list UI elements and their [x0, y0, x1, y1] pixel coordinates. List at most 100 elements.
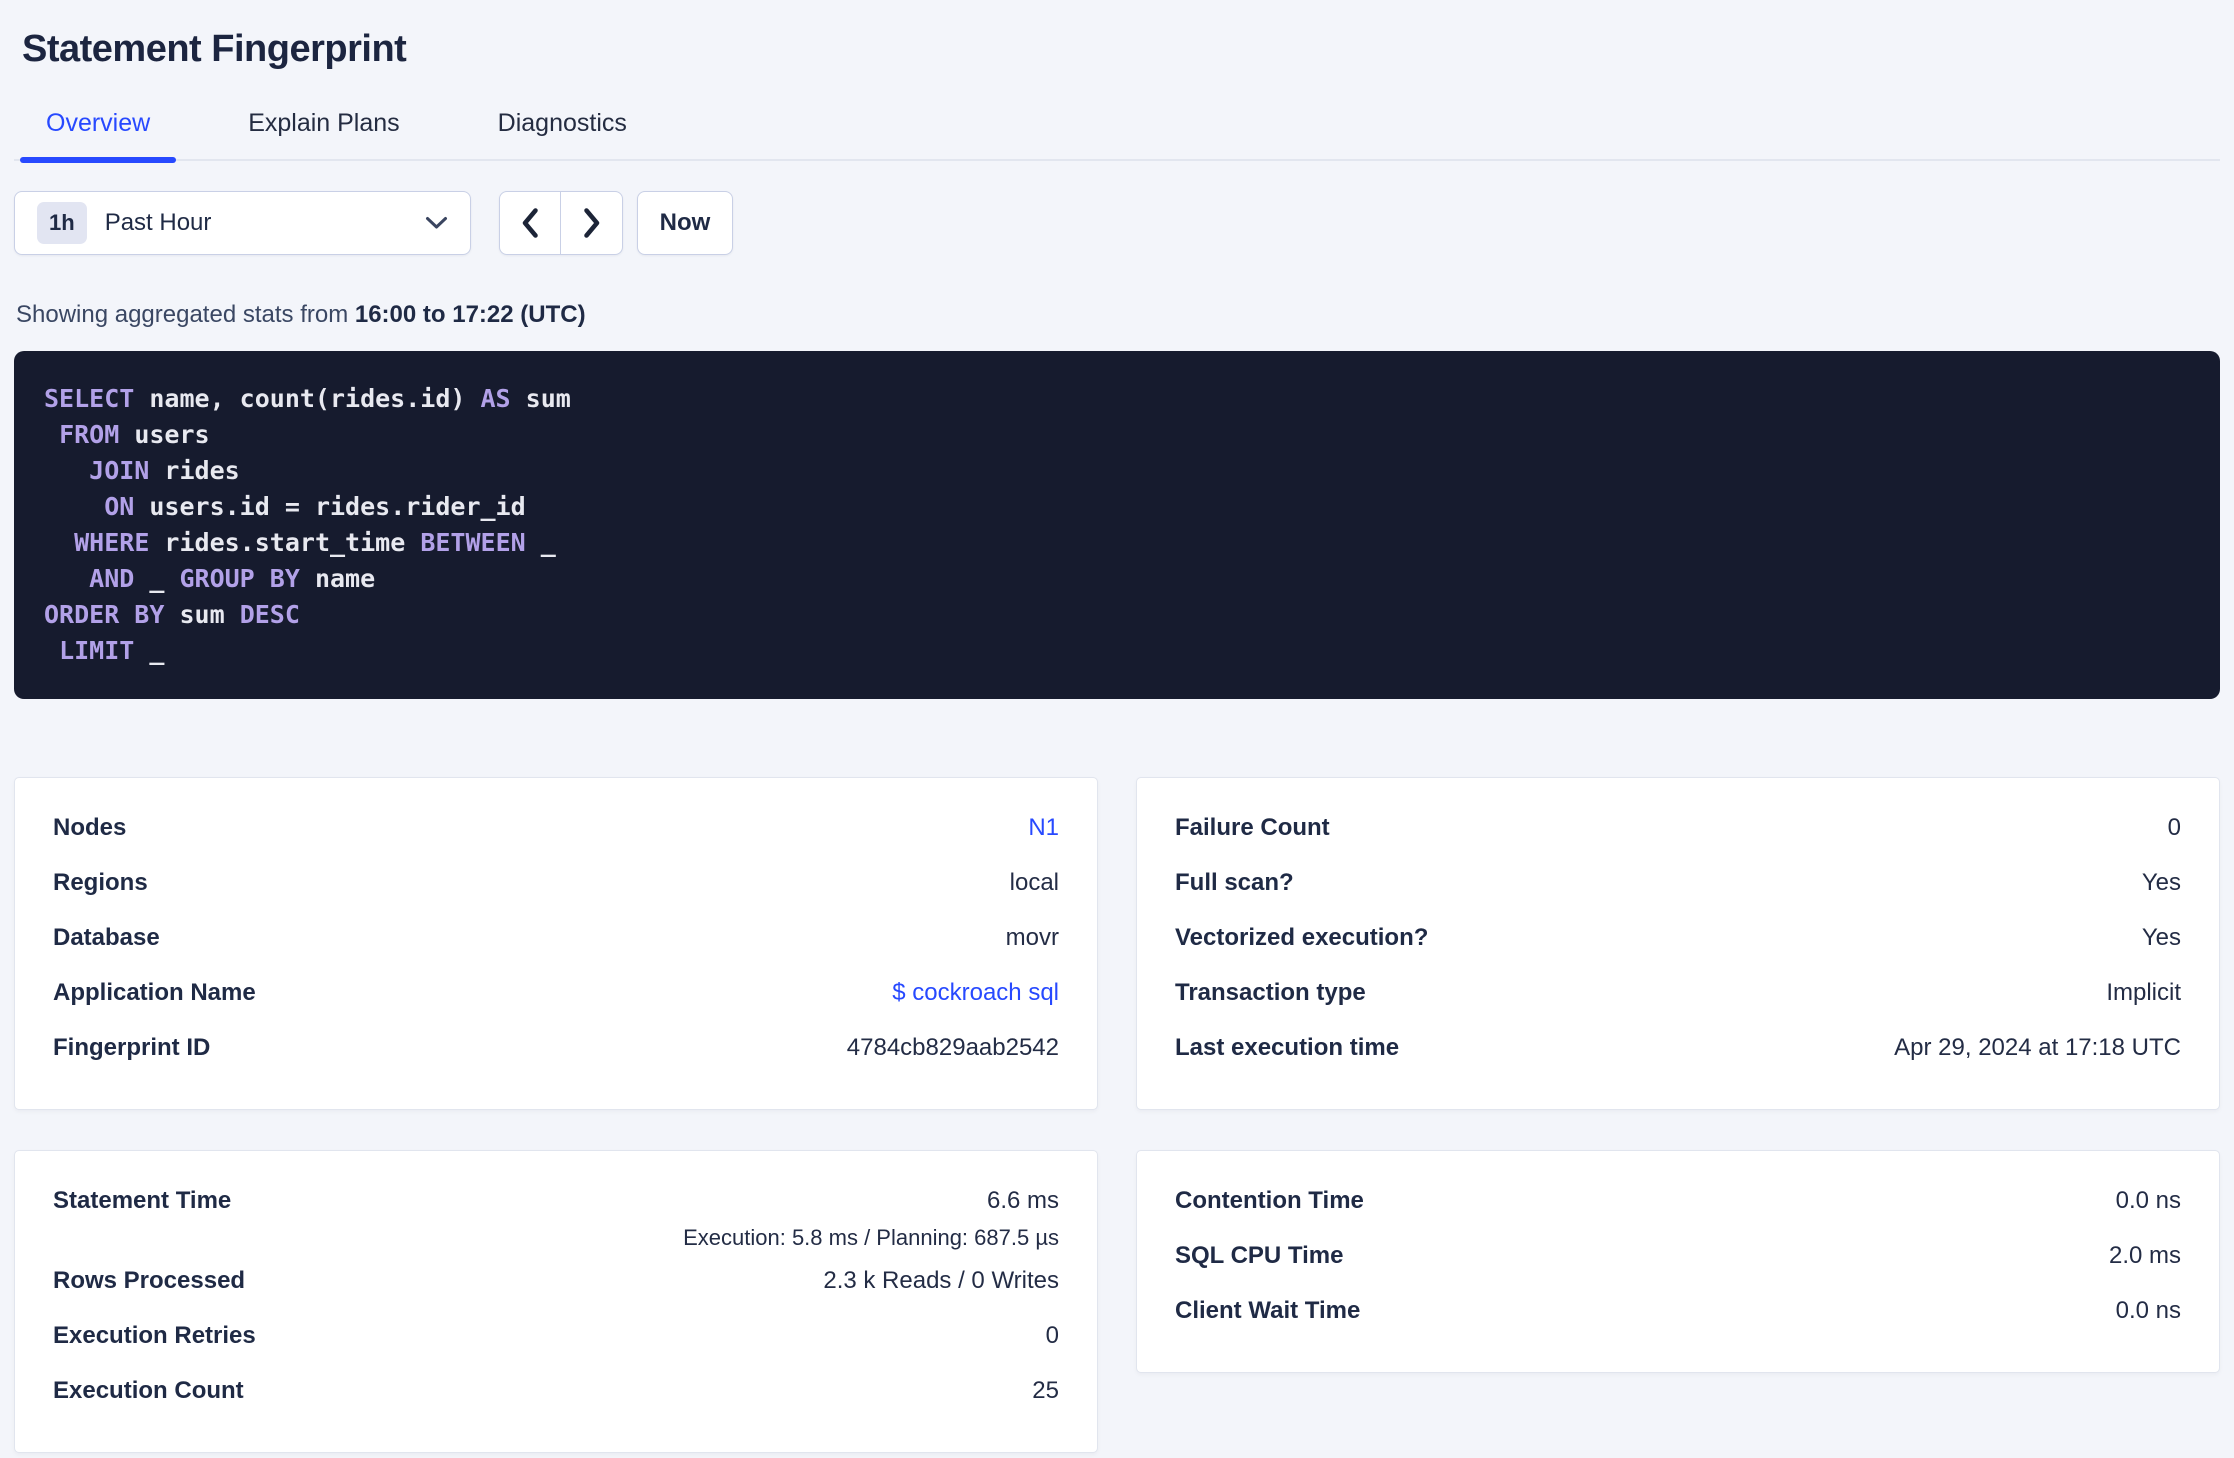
sql-text: sum	[510, 384, 571, 413]
summary-row: Database movr	[53, 924, 1059, 979]
tab-explain-plans-label: Explain Plans	[248, 109, 400, 137]
summary-row: Failure Count 0	[1175, 814, 2181, 869]
row-value: 0	[1045, 1322, 1059, 1349]
row-value: Apr 29, 2024 at 17:18 UTC	[1894, 1034, 2181, 1061]
row-label: Client Wait Time	[1175, 1297, 1361, 1324]
row-value: 0.0 ns	[2115, 1187, 2181, 1214]
row-label: Execution Retries	[53, 1322, 256, 1349]
sql-keyword: GROUP BY	[179, 564, 300, 593]
row-label: Statement Time	[53, 1187, 232, 1214]
summary-row: Regions local	[53, 869, 1059, 924]
tab-diagnostics[interactable]: Diagnostics	[472, 109, 653, 159]
sql-keyword: ON	[104, 492, 135, 521]
row-value-wrap: Yes	[2142, 869, 2181, 897]
summary-row: Contention Time 0.0 ns	[1175, 1187, 2181, 1242]
sql-line: ORDER BY sum DESC	[44, 597, 2190, 633]
sql-text: rides	[149, 456, 240, 485]
summary-row: Application Name $ cockroach sql	[53, 979, 1059, 1034]
sql-keyword: BETWEEN	[420, 528, 526, 557]
row-label: Execution Count	[53, 1377, 244, 1404]
now-button[interactable]: Now	[637, 191, 733, 255]
chevron-right-icon	[583, 208, 599, 238]
row-label: SQL CPU Time	[1175, 1242, 1344, 1269]
sql-text: _	[134, 636, 165, 665]
row-label: Regions	[53, 869, 148, 896]
sql-line: SELECT name, count(rides.id) AS sum	[44, 381, 2190, 417]
row-label: Full scan?	[1175, 869, 1294, 896]
sql-text: _	[525, 528, 556, 557]
row-value-wrap: 4784cb829aab2542	[847, 1034, 1059, 1062]
next-time-button[interactable]	[561, 192, 622, 254]
sql-keyword: SELECT	[44, 384, 135, 413]
row-label: Rows Processed	[53, 1267, 246, 1294]
sql-text: rides.start_time	[149, 528, 421, 557]
row-value: 0.0 ns	[2115, 1297, 2181, 1324]
sql-text: sum	[164, 600, 240, 629]
summary-row: Fingerprint ID 4784cb829aab2542	[53, 1034, 1059, 1089]
time-range-label: Past Hour	[104, 209, 212, 236]
sql-line: ON users.id = rides.rider_id	[44, 489, 2190, 525]
row-value-wrap: local	[1010, 869, 1059, 897]
now-button-label: Now	[659, 209, 711, 236]
summary-row: SQL CPU Time 2.0 ms	[1175, 1242, 2181, 1297]
row-label: Nodes	[53, 814, 127, 841]
row-value: local	[1009, 869, 1059, 896]
sql-keyword: DESC	[239, 600, 300, 629]
row-label: Contention Time	[1175, 1187, 1364, 1214]
row-label: Failure Count	[1175, 814, 1330, 841]
sql-text: name	[299, 564, 376, 593]
row-value: movr	[1005, 924, 1059, 951]
sql-line: LIMIT _	[44, 633, 2190, 669]
sql-text: name, count(rides.id)	[134, 384, 481, 413]
prev-time-button[interactable]	[500, 192, 561, 254]
row-value-link[interactable]: $ cockroach sql	[892, 979, 1059, 1006]
sql-line: AND _ GROUP BY name	[44, 561, 2190, 597]
row-value: 25	[1032, 1377, 1059, 1404]
summary-row: Transaction type Implicit	[1175, 979, 2181, 1034]
row-label: Last execution time	[1175, 1034, 1400, 1061]
row-value: 2.3 k Reads / 0 Writes	[823, 1267, 1059, 1294]
tab-explain-plans[interactable]: Explain Plans	[222, 109, 425, 159]
sql-line: WHERE rides.start_time BETWEEN _	[44, 525, 2190, 561]
row-value-wrap: Apr 29, 2024 at 17:18 UTC	[1894, 1034, 2181, 1062]
time-range-badge: 1h	[37, 202, 87, 244]
summary-row: Client Wait Time 0.0 ns	[1175, 1297, 2181, 1352]
tab-overview-label: Overview	[46, 109, 151, 137]
tab-overview[interactable]: Overview	[20, 109, 177, 163]
sql-text: users	[119, 420, 210, 449]
row-value-wrap: 0	[2168, 814, 2181, 842]
row-value-wrap: 0.0 ns	[2116, 1187, 2181, 1215]
sql-keyword: LIMIT	[59, 636, 135, 665]
row-value-wrap: 6.6 ms Execution: 5.8 ms / Planning: 687.…	[683, 1187, 1059, 1251]
row-value: Implicit	[2106, 979, 2181, 1006]
row-value: 0	[2167, 814, 2181, 841]
sql-keyword: AS	[480, 384, 511, 413]
time-range-picker[interactable]: 1h Past Hour	[14, 191, 471, 255]
row-value: 6.6 ms	[986, 1187, 1059, 1214]
card-statement-times: Statement Time 6.6 ms Execution: 5.8 ms / …	[14, 1150, 1098, 1453]
summary-row: Nodes N1	[53, 814, 1059, 869]
row-label: Vectorized execution?	[1175, 924, 1429, 951]
row-value-link[interactable]: N1	[1028, 814, 1059, 841]
chevron-down-icon	[426, 217, 447, 229]
summary-row: Execution Count 25	[53, 1377, 1059, 1432]
row-label: Database	[53, 924, 160, 951]
summary-row: Full scan? Yes	[1175, 869, 2181, 924]
page-title: Statement Fingerprint	[22, 28, 407, 70]
card-statement-details: Nodes N1 Regions local Database movr Applicati…	[14, 777, 1098, 1110]
row-value-wrap: $ cockroach sql	[892, 979, 1059, 1007]
row-value: Yes	[2141, 924, 2181, 951]
summary-row: Rows Processed 2.3 k Reads / 0 Writes	[53, 1267, 1059, 1322]
row-value-wrap: movr	[1006, 924, 1059, 952]
chevron-left-icon	[522, 208, 538, 238]
row-value-wrap: 2.0 ms	[2109, 1242, 2181, 1270]
summary-row: Execution Retries 0	[53, 1322, 1059, 1377]
row-label: Application Name	[53, 979, 256, 1006]
row-value-wrap: Yes	[2142, 924, 2181, 952]
tab-diagnostics-label: Diagnostics	[497, 109, 627, 137]
aggregated-stats-line: Showing aggregated stats from 16:00 to 1…	[16, 301, 2220, 329]
sql-statement-box: SELECT name, count(rides.id) AS sum FROM…	[14, 351, 2220, 699]
stats-line-range: 16:00 to 17:22 (UTC)	[354, 301, 586, 328]
